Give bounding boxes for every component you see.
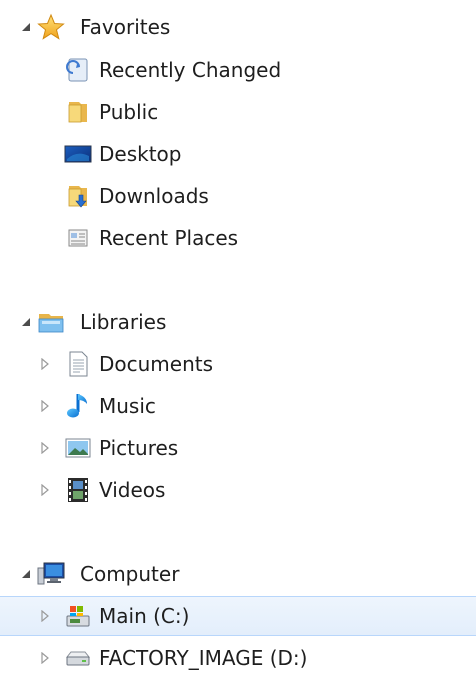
list-item-label: FACTORY_IMAGE (D:) (99, 646, 308, 670)
favorites-item-downloads[interactable]: Downloads (0, 176, 476, 216)
list-item-label: Pictures (99, 436, 179, 460)
list-item-label: Music (99, 394, 156, 418)
libraries-item-music[interactable]: Music (0, 386, 476, 426)
system-drive-icon (63, 601, 93, 631)
libraries-item-pictures[interactable]: Pictures (0, 428, 476, 468)
favorites-item-recent-places[interactable]: Recent Places (0, 218, 476, 258)
folder-icon (63, 97, 93, 127)
collapsed-arrow-icon[interactable] (38, 399, 52, 413)
collapsed-arrow-icon[interactable] (38, 651, 52, 665)
list-item-label: Downloads (99, 184, 209, 208)
computer-item-factory-image-d[interactable]: FACTORY_IMAGE (D:) (0, 638, 476, 678)
navigation-pane: Favorites Recently Changed Public Deskto… (0, 0, 476, 677)
favorites-item-desktop[interactable]: Desktop (0, 134, 476, 174)
libraries-group-header[interactable]: Libraries (0, 302, 476, 342)
expanded-arrow-icon[interactable] (19, 315, 33, 329)
libraries-item-documents[interactable]: Documents (0, 344, 476, 384)
recent-places-icon (63, 223, 93, 253)
downloads-folder-icon (63, 181, 93, 211)
favorites-label: Favorites (80, 15, 171, 39)
libraries-label: Libraries (80, 310, 167, 334)
recently-changed-icon (63, 55, 93, 85)
computer-icon (36, 559, 66, 589)
list-item-label: Videos (99, 478, 166, 502)
list-item-label: Documents (99, 352, 214, 376)
pictures-icon (63, 433, 93, 463)
libraries-icon (36, 307, 66, 337)
desktop-icon (63, 139, 93, 169)
computer-item-main-c[interactable]: Main (C:) (0, 596, 476, 636)
list-item-label: Main (C:) (99, 604, 190, 628)
collapsed-arrow-icon[interactable] (38, 441, 52, 455)
list-item-label: Recently Changed (99, 58, 282, 82)
documents-icon (63, 349, 93, 379)
expanded-arrow-icon[interactable] (19, 20, 33, 34)
star-icon (36, 12, 66, 42)
libraries-item-videos[interactable]: Videos (0, 470, 476, 510)
favorites-item-public[interactable]: Public (0, 92, 476, 132)
collapsed-arrow-icon[interactable] (38, 609, 52, 623)
computer-group-header[interactable]: Computer (0, 554, 476, 594)
favorites-group-header[interactable]: Favorites (0, 7, 476, 47)
expanded-arrow-icon[interactable] (19, 567, 33, 581)
favorites-item-recently-changed[interactable]: Recently Changed (0, 50, 476, 90)
list-item-label: Desktop (99, 142, 182, 166)
collapsed-arrow-icon[interactable] (38, 357, 52, 371)
computer-label: Computer (80, 562, 180, 586)
music-note-icon (63, 391, 93, 421)
list-item-label: Public (99, 100, 159, 124)
list-item-label: Recent Places (99, 226, 239, 250)
videos-icon (63, 475, 93, 505)
hard-drive-icon (63, 643, 93, 673)
collapsed-arrow-icon[interactable] (38, 483, 52, 497)
